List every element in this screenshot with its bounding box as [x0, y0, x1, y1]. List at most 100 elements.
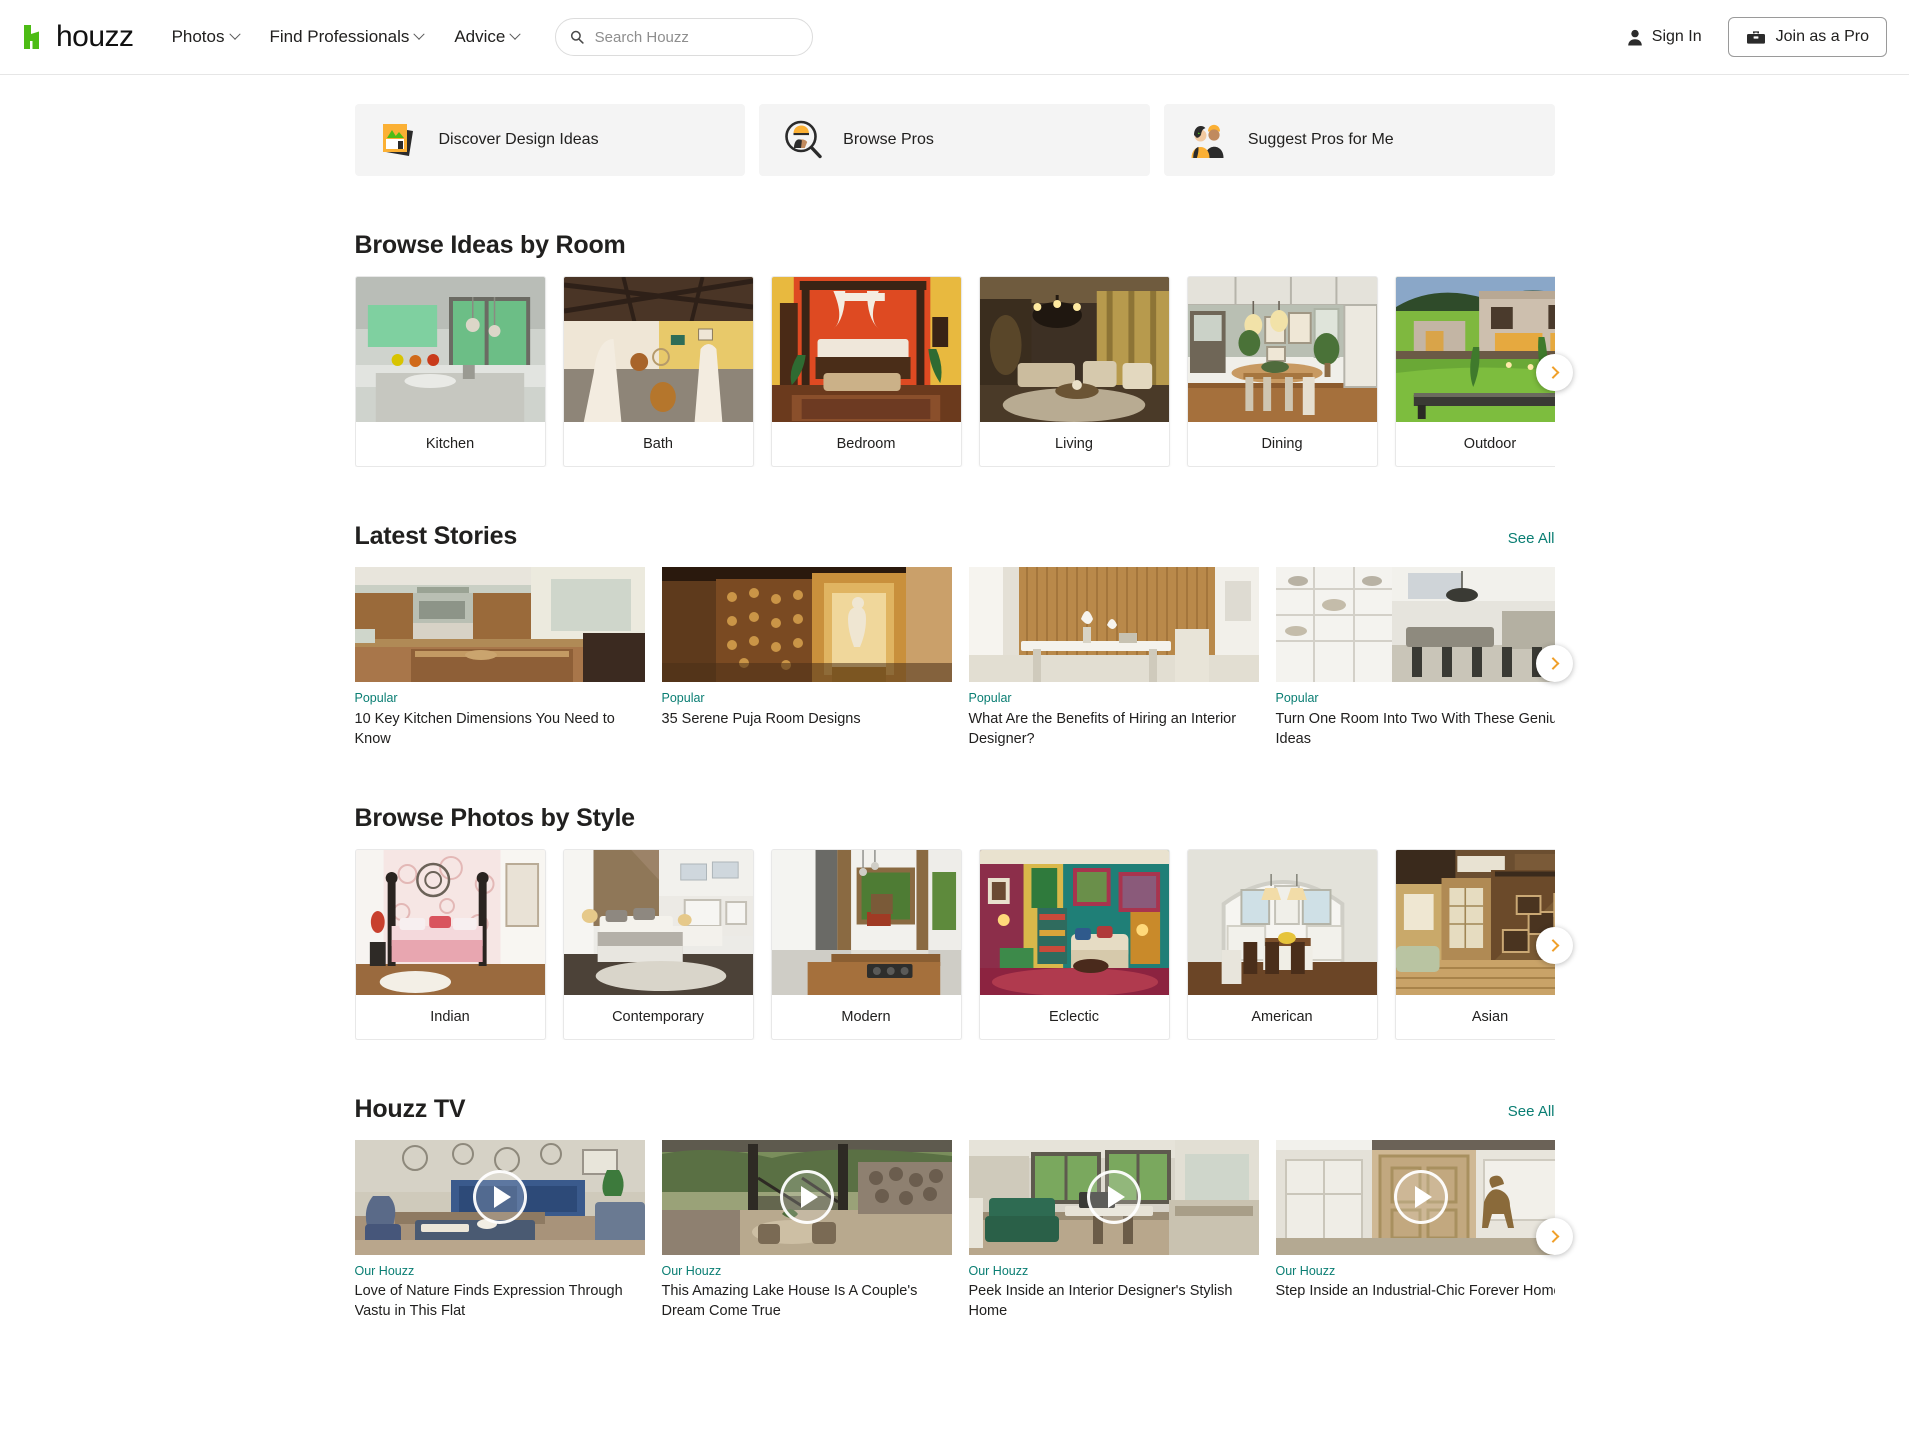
rooms-carousel-next-button[interactable] [1535, 354, 1573, 391]
rooms-section-title: Browse Ideas by Room [354, 231, 626, 259]
room-image-dining [1187, 277, 1377, 422]
style-label: Indian [430, 1008, 470, 1025]
room-tile-kitchen[interactable]: Kitchen [354, 276, 546, 467]
tv-carousel: Our Houzz Love of Nature Finds Expressio… [354, 1139, 1573, 1322]
style-image-contemporary [563, 849, 753, 995]
play-button[interactable] [779, 1170, 834, 1225]
quick-action-label: Browse Pros [843, 131, 934, 148]
video-kicker: Our Houzz [1275, 1263, 1336, 1278]
chevron-right-icon [1546, 1229, 1559, 1243]
style-image-eclectic [979, 849, 1169, 995]
sign-in-button[interactable]: Sign In [1627, 28, 1702, 46]
story-card[interactable]: Popular What Are the Benefits of Hiring … [968, 567, 1259, 749]
video-kicker: Our Houzz [354, 1263, 415, 1278]
story-image-kitchen-dimensions [354, 567, 645, 682]
style-tile-modern[interactable]: Modern [770, 848, 962, 1040]
video-card[interactable]: Our Houzz This Amazing Lake House Is A C… [661, 1139, 952, 1322]
stories-see-all-link[interactable]: See All [1508, 530, 1555, 551]
play-button[interactable] [472, 1170, 527, 1225]
story-card[interactable]: Popular 35 Serene Puja Room Designs [661, 567, 952, 749]
bottom-spacer [355, 1321, 1555, 1383]
room-image-outdoor [1395, 277, 1555, 422]
room-label: Dining [1261, 436, 1303, 452]
video-title: Step Inside an Industrial-Chic Forever H… [1275, 1283, 1555, 1300]
video-thumb-wrap [968, 1139, 1259, 1255]
photos-stack-icon [382, 124, 413, 156]
room-tile-living[interactable]: Living [978, 276, 1170, 467]
houzz-logo-mark [24, 25, 39, 49]
play-button[interactable] [1393, 1170, 1448, 1225]
rooms-carousel: Kitchen Bath Bedroom Living Dining Outdo… [354, 276, 1573, 467]
room-tile-bath[interactable]: Bath [562, 276, 754, 467]
style-tile-contemporary[interactable]: Contemporary [562, 848, 754, 1040]
room-image-kitchen [355, 277, 545, 422]
tv-carousel-next-button[interactable] [1535, 1217, 1573, 1255]
story-kicker: Popular [661, 691, 705, 705]
stories-carousel-next-button[interactable] [1535, 645, 1573, 682]
houzz-logo[interactable]: houzz [22, 20, 134, 54]
join-as-pro-button[interactable]: Join as a Pro [1727, 17, 1887, 57]
search-input[interactable] [594, 28, 799, 46]
nav-item-advice[interactable]: Advice [454, 27, 522, 47]
styles-tile-row: Indian Contemporary Modern Eclectic Amer… [354, 848, 1555, 1040]
tv-carousel-viewport: Our Houzz Love of Nature Finds Expressio… [354, 1139, 1555, 1322]
join-as-pro-label: Join as a Pro [1775, 28, 1869, 45]
styles-section-header: Browse Photos by Style [355, 804, 1555, 833]
stories-row: Popular 10 Key Kitchen Dimensions You Ne… [354, 567, 1555, 749]
style-tile-american[interactable]: American [1186, 848, 1378, 1040]
sign-in-label: Sign In [1651, 28, 1702, 45]
video-thumb-wrap [661, 1139, 952, 1255]
nav-item-photos[interactable]: Photos [172, 27, 241, 47]
pro-magnifier-icon [785, 120, 822, 159]
video-kicker: Our Houzz [968, 1263, 1029, 1278]
tv-row: Our Houzz Love of Nature Finds Expressio… [354, 1139, 1555, 1322]
content-container: Discover Design Ideas Browse Pros Sugges… [354, 104, 1573, 1383]
nav-item-find-professionals[interactable]: Find Professionals [270, 27, 426, 47]
style-image-modern [771, 849, 961, 995]
room-tile-dining[interactable]: Dining [1186, 276, 1378, 467]
person-icon [1627, 29, 1642, 45]
room-tile-outdoor[interactable]: Outdoor [1394, 276, 1555, 467]
tv-see-all-link[interactable]: See All [1508, 1103, 1555, 1124]
quick-action-label: Suggest Pros for Me [1247, 131, 1394, 148]
rooms-section-header: Browse Ideas by Room [355, 231, 1555, 260]
video-card[interactable]: Our Houzz Step Inside an Industrial-Chic… [1275, 1139, 1555, 1322]
rooms-carousel-viewport: Kitchen Bath Bedroom Living Dining Outdo… [354, 276, 1555, 467]
room-image-bedroom [771, 277, 961, 422]
story-title: 10 Key Kitchen Dimensions You Need to Kn… [354, 710, 615, 747]
room-label: Kitchen [425, 436, 475, 452]
style-image-american [1187, 849, 1377, 995]
styles-carousel: Indian Contemporary Modern Eclectic Amer… [354, 848, 1573, 1040]
styles-carousel-next-button[interactable] [1535, 926, 1573, 964]
style-tile-asian[interactable]: Asian [1394, 848, 1555, 1040]
stories-carousel-viewport: Popular 10 Key Kitchen Dimensions You Ne… [354, 567, 1555, 749]
story-kicker: Popular [354, 691, 398, 705]
style-tile-indian[interactable]: Indian [354, 848, 546, 1040]
style-tile-eclectic[interactable]: Eclectic [978, 848, 1170, 1040]
play-icon [1414, 1186, 1432, 1209]
video-thumb-wrap [354, 1139, 645, 1255]
room-label: Outdoor [1463, 436, 1517, 452]
search-icon [571, 30, 585, 44]
story-card[interactable]: Popular Turn One Room Into Two With Thes… [1275, 567, 1555, 749]
houzz-logo-text: houzz [56, 20, 134, 53]
tv-section-title: Houzz TV [354, 1094, 466, 1123]
story-kicker: Popular [968, 691, 1012, 705]
rooms-tile-row: Kitchen Bath Bedroom Living Dining Outdo… [354, 276, 1555, 467]
chevron-down-icon [228, 28, 241, 40]
video-kicker: Our Houzz [661, 1263, 722, 1278]
play-button[interactable] [1086, 1170, 1141, 1225]
story-image-one-room-into-two [1275, 567, 1555, 682]
search-bar[interactable] [555, 18, 814, 56]
room-tile-bedroom[interactable]: Bedroom [770, 276, 962, 467]
video-thumb-wrap [1275, 1139, 1555, 1255]
quick-action-discover-design-ideas[interactable]: Discover Design Ideas [354, 104, 746, 176]
quick-action-browse-pros[interactable]: Browse Pros [759, 104, 1150, 176]
chevron-down-icon [509, 28, 522, 40]
quick-action-suggest-pros-for-me[interactable]: Suggest Pros for Me [1163, 104, 1555, 176]
site-header: houzz Photos Find Professionals Advice S… [0, 0, 1909, 75]
story-card[interactable]: Popular 10 Key Kitchen Dimensions You Ne… [354, 567, 645, 749]
video-card[interactable]: Our Houzz Love of Nature Finds Expressio… [354, 1139, 645, 1322]
style-label: American [1251, 1008, 1313, 1025]
video-card[interactable]: Our Houzz Peek Inside an Interior Design… [968, 1139, 1259, 1322]
